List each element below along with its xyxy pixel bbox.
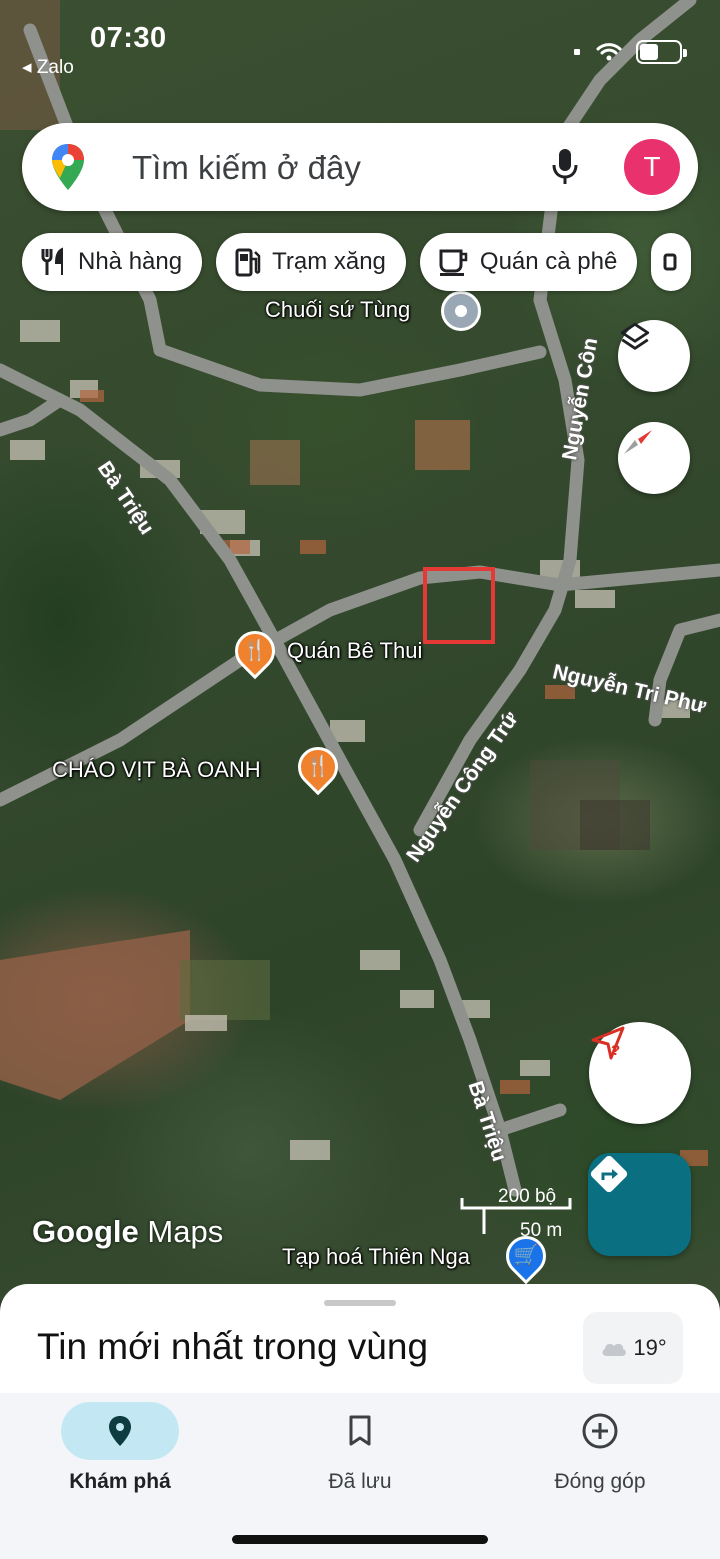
nav-icon-wrap <box>301 1402 419 1460</box>
sheet-title: Tin mới nhất trong vùng <box>37 1326 429 1367</box>
category-chips: Nhà hàng Trạm xăng Quán cà phê <box>22 233 692 291</box>
restaurant-icon <box>41 247 63 275</box>
nav-tab-contribute[interactable]: Đóng góp <box>480 1393 720 1513</box>
cloud-icon <box>602 1343 627 1356</box>
chip-label: Quán cà phê <box>479 248 618 275</box>
directions-button[interactable] <box>588 1153 691 1256</box>
battery-icon <box>636 40 687 64</box>
search-input[interactable]: Tìm kiếm ở đây <box>132 149 361 187</box>
place-label-quan-be-thui[interactable]: Quán Bê Thui <box>287 638 422 664</box>
explore-nearby-button[interactable]: ? <box>589 1022 691 1124</box>
wifi-icon <box>596 43 622 61</box>
scale-metric: 50 m <box>520 1220 563 1241</box>
layers-button[interactable] <box>618 320 690 392</box>
nav-icon-wrap <box>541 1402 659 1460</box>
compass-icon <box>624 430 652 454</box>
chip-coffee[interactable]: Quán cà phê <box>419 233 638 291</box>
google-maps-logo: Google Maps <box>32 1214 224 1249</box>
account-avatar[interactable]: T <box>624 139 680 195</box>
place-label-tap-hoa[interactable]: Tạp hoá Thiên Nga <box>282 1244 470 1270</box>
back-to-zalo-link[interactable]: ◂ Zalo <box>22 56 74 79</box>
hotel-icon <box>663 253 677 271</box>
nav-tab-explore[interactable]: Khám phá <box>0 1393 240 1513</box>
status-icons <box>572 40 687 64</box>
temperature-label: 19° <box>633 1335 667 1360</box>
sheet-drag-handle[interactable] <box>324 1300 396 1306</box>
nav-label: Khám phá <box>69 1470 171 1493</box>
selected-area-box <box>423 567 495 644</box>
place-marker-icon[interactable] <box>441 291 481 331</box>
chip-label: Nhà hàng <box>78 248 183 275</box>
signal-icon <box>574 49 580 55</box>
location-question-icon: ? <box>591 1026 625 1060</box>
search-bar[interactable]: Tìm kiếm ở đây T <box>22 123 698 211</box>
scale-imperial: 200 bộ <box>498 1186 557 1207</box>
add-circle-icon <box>582 1413 618 1449</box>
chip-label: Trạm xăng <box>272 248 386 275</box>
compass-button[interactable] <box>618 422 690 494</box>
place-label-chao-vit[interactable]: CHÁO VỊT BÀ OANH <box>52 757 261 783</box>
status-time: 07:30 <box>90 22 167 54</box>
chip-gas-stations[interactable]: Trạm xăng <box>216 233 406 291</box>
layers-icon <box>620 322 650 350</box>
chip-more[interactable] <box>651 233 692 291</box>
coffee-icon <box>439 249 468 276</box>
nav-tab-saved[interactable]: Đã lưu <box>240 1393 480 1513</box>
explore-pin-icon <box>109 1416 131 1446</box>
home-indicator[interactable] <box>232 1535 488 1544</box>
nav-label: Đã lưu <box>328 1470 392 1493</box>
nav-label: Đóng góp <box>554 1470 646 1493</box>
weather-badge[interactable]: 19° <box>583 1312 683 1384</box>
microphone-icon[interactable] <box>550 147 580 187</box>
bookmark-icon <box>349 1415 371 1446</box>
nav-icon-wrap <box>61 1402 179 1460</box>
gas-station-icon <box>235 248 261 277</box>
place-label-chuoi-su-tung[interactable]: Chuối sứ Tùng <box>265 297 410 323</box>
chip-restaurants[interactable]: Nhà hàng <box>22 233 203 291</box>
google-maps-pin-icon <box>52 144 84 190</box>
svg-text:?: ? <box>611 1042 620 1059</box>
